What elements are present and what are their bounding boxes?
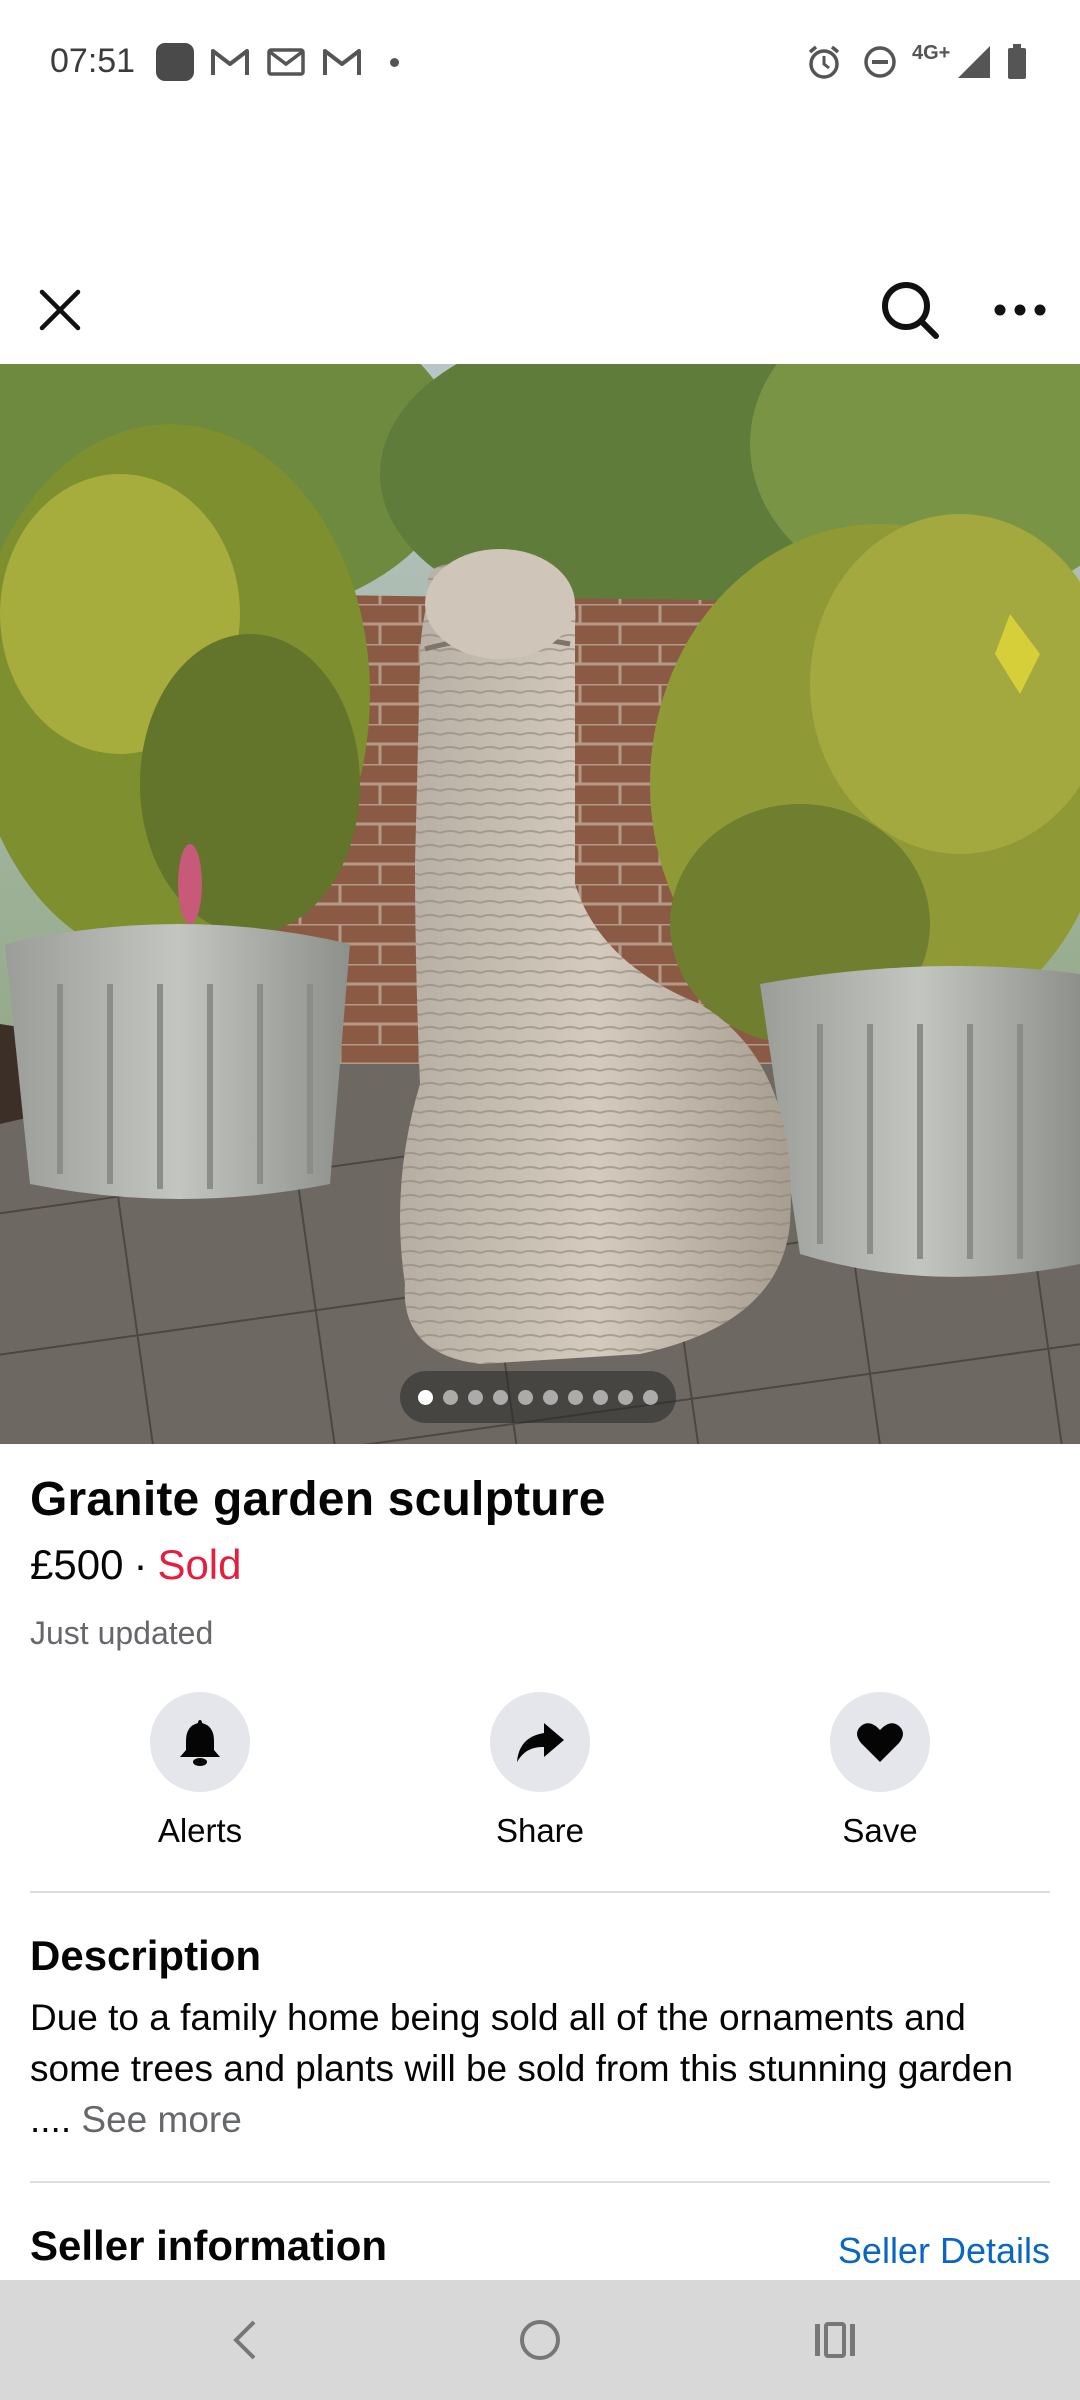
description-text: Due to a family home being sold all of t… [30,1992,1050,2145]
pager-dot [518,1389,533,1405]
status-time: 07:51 [50,42,136,80]
pager-dot [568,1389,583,1405]
seller-details-link[interactable]: Seller Details [838,2230,1050,2272]
system-nav-bar [0,2280,1080,2400]
mail-icon [266,42,306,82]
updated-time: Just updated [30,1615,214,1651]
heart-icon [857,1723,903,1762]
home-button[interactable] [505,2305,575,2375]
save-label: Save [842,1812,918,1849]
action-bar: Alerts Share Save [0,1692,1080,1862]
back-icon [233,2320,256,2360]
listing-photo[interactable] [0,364,1080,1444]
share-circle [490,1692,590,1792]
close-button[interactable] [15,265,105,355]
do-not-disturb-icon [862,42,898,82]
search-button[interactable] [865,265,955,355]
pager-dot [593,1389,608,1405]
pager-dot [543,1389,558,1405]
pager-dot [418,1389,433,1405]
alerts-label: Alerts [157,1812,243,1849]
pager-dot [643,1389,658,1405]
battery-icon [1006,42,1028,82]
listing-title: Granite garden sculpture [30,1473,606,1526]
description-heading: Description [30,1932,262,1979]
back-button[interactable] [210,2305,280,2375]
status-badge: Sold [157,1541,242,1588]
listing-price: £500 [30,1541,124,1588]
seller-heading: Seller information [30,2222,388,2269]
top-toolbar [0,255,1080,365]
sculpture-photo [0,364,1080,1444]
status-bar: 07:51 4G+ [0,0,1080,125]
pager-dot [468,1389,483,1405]
price-row: £500 · Sold [30,1541,242,1589]
gmail-icon [322,42,362,82]
network-type: 4G+ [912,42,951,64]
home-icon [520,2320,560,2360]
dot-icon [390,58,399,67]
pager-dot [493,1389,508,1405]
share-button[interactable]: Share [440,1692,640,1850]
separator: · [133,1541,148,1588]
alerts-circle [150,1692,250,1792]
bell-icon [180,1720,220,1766]
save-button[interactable]: Save [780,1692,980,1850]
signal-icon [956,42,992,82]
see-more-link[interactable]: See more [81,2099,241,2140]
save-circle [830,1692,930,1792]
search-icon [882,282,939,339]
alerts-button[interactable]: Alerts [100,1692,300,1850]
share-arrow-icon [517,1723,564,1762]
more-options-button[interactable] [975,265,1065,355]
close-icon [39,289,81,331]
pager-dot [443,1389,458,1405]
app-notification-icon [156,43,194,81]
recents-icon [815,2322,855,2358]
pager-dot [618,1389,633,1405]
recents-button[interactable] [800,2305,870,2375]
gmail-icon [210,42,250,82]
divider [30,1891,1050,1893]
gallery-pager[interactable] [400,1371,676,1423]
more-horizontal-icon [994,304,1046,316]
alarm-icon [805,42,843,82]
share-label: Share [495,1812,585,1849]
divider [30,2181,1050,2183]
